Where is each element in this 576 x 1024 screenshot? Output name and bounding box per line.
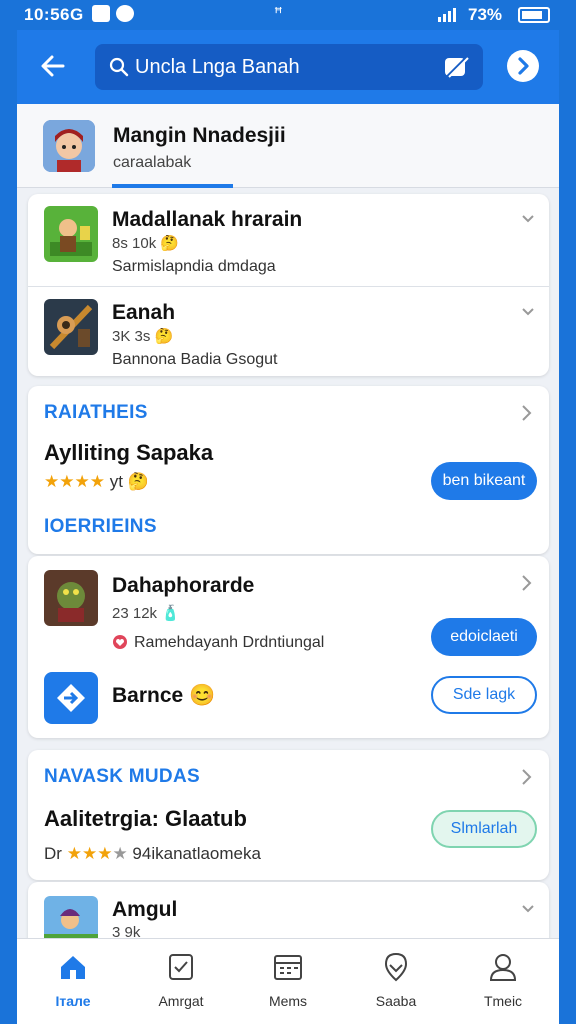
- notification-icon: [92, 5, 110, 22]
- status-center-icon: ꟸ: [274, 5, 283, 22]
- nav-item-home[interactable]: Італе: [28, 951, 118, 1009]
- nav-label: Італе: [55, 993, 91, 1009]
- list-item[interactable]: Eanah 3K 3s 🤔 Bannona Badia Gsogut: [28, 287, 549, 376]
- app-title: Barnce 😊: [112, 684, 216, 707]
- collection-action-button[interactable]: Slmlarlah: [431, 810, 537, 848]
- app-title: Amgul: [112, 898, 178, 921]
- collection-card: NAVASK MUDAS Aalitetrgia: Glaatub Dr ★★★…: [28, 750, 549, 880]
- app-list-card: Madallanak hrarain 8s 10k 🤔 Sarmislapndi…: [28, 194, 549, 376]
- chevron-right-icon[interactable]: [519, 404, 533, 422]
- active-tab-indicator: [112, 184, 233, 188]
- chevron-down-icon[interactable]: [521, 902, 535, 916]
- header-title: Mangin Nnadesjiі: [113, 124, 286, 147]
- search-icon: [109, 57, 129, 77]
- nav-item-calendar[interactable]: Mems: [243, 951, 333, 1009]
- star-icon: ★: [89, 472, 105, 491]
- nav-label: Saaba: [375, 993, 417, 1009]
- person-icon: [489, 954, 517, 981]
- star-icon: ★: [66, 844, 82, 863]
- rating-prefix: Dr: [44, 844, 62, 863]
- app-notification-icon: [116, 5, 134, 22]
- list-item[interactable]: Madallanak hrarain 8s 10k 🤔 Sarmislapndi…: [28, 194, 549, 286]
- calendar-icon: [274, 955, 302, 980]
- star-icon: ★: [59, 472, 75, 491]
- collection-title: Aalitetrgia: Glaatub: [44, 806, 247, 831]
- list-item[interactable]: Barnce 😊 Sde lagk: [28, 666, 549, 734]
- star-empty-icon: ★: [112, 844, 128, 863]
- forward-chevron-button[interactable]: [507, 50, 539, 82]
- heart-icon: [113, 635, 127, 649]
- star-rating: Dr ★★★★ 94ikanatlaomeka: [44, 844, 261, 864]
- nav-label: Amrgat: [158, 993, 204, 1009]
- section-label: RAIATHEIS: [44, 402, 148, 423]
- rating-text: 94ikanatlaomeka: [132, 844, 261, 863]
- app-description: Ramehdayanh Drdntiungal: [134, 634, 325, 651]
- bottom-navigation: Італе Amrgat Mems Saaba Tmeic: [17, 938, 559, 1024]
- back-arrow-icon[interactable]: [37, 50, 69, 82]
- app-meta: 23 12k 🧴: [112, 605, 180, 622]
- header-card[interactable]: Mangin Nnadesjiі caraalabak: [17, 104, 559, 188]
- location-icon: [384, 952, 408, 982]
- featured-title: Aylliting Sapaka: [44, 440, 214, 465]
- star-icon: ★: [74, 472, 90, 491]
- chevron-right-icon[interactable]: [519, 768, 533, 786]
- section-label: IOERRIEINS: [44, 516, 157, 537]
- app-icon: [44, 570, 98, 626]
- star-icon: ★: [97, 844, 113, 863]
- section-label: NAVASK MUDAS: [44, 766, 200, 787]
- app-title: Madallanak hrarain: [112, 208, 303, 231]
- battery-percent: 73%: [468, 5, 503, 24]
- app-description: Bannona Badia Gsogut: [112, 351, 278, 368]
- chevron-down-icon[interactable]: [521, 212, 535, 226]
- status-time: 10:56G: [24, 5, 84, 24]
- search-query: Unclа Lnga Banah: [135, 56, 300, 78]
- featured-action-button[interactable]: ben bikeant: [431, 462, 537, 500]
- header-avatar: [43, 120, 95, 172]
- app-icon: [44, 299, 98, 355]
- app-icon: [44, 672, 98, 724]
- app-frame: Unclа Lnga Banah Mangin Nnadesjiі caraal…: [17, 30, 559, 1024]
- nav-label: Mems: [268, 993, 308, 1009]
- app-meta: 3K 3s 🤔: [112, 328, 174, 345]
- featured-card: RAIATHEIS Aylliting Sapaka ★★★★ yt 🤔 ben…: [28, 386, 549, 554]
- mic-off-icon[interactable]: [441, 52, 471, 82]
- tablet-icon: [169, 954, 193, 980]
- search-input[interactable]: Unclа Lnga Banah: [95, 44, 483, 90]
- nav-item-profile[interactable]: Tmeic: [458, 951, 548, 1009]
- list-item[interactable]: Dahaphorarde 23 12k 🧴 Ramehdayanh Drdnti…: [28, 556, 549, 656]
- app-action-card: Dahaphorarde 23 12k 🧴 Ramehdayanh Drdnti…: [28, 556, 549, 738]
- star-icon: ★: [81, 844, 98, 863]
- star-icon: ★: [44, 472, 60, 491]
- chevron-down-icon[interactable]: [521, 305, 535, 319]
- app-description: Sarmislapndia dmdaga: [112, 258, 276, 275]
- nav-item-location[interactable]: Saaba: [351, 951, 441, 1009]
- status-bar: 10:56G ꟸ 73%: [0, 0, 576, 30]
- top-bar: Unclа Lnga Banah: [17, 30, 559, 104]
- home-icon: [61, 956, 85, 979]
- app-icon: [44, 206, 98, 262]
- signal-icon: [438, 8, 456, 22]
- star-rating: ★★★★ yt 🤔: [44, 472, 149, 492]
- header-subtitle: caraalabak: [113, 154, 192, 171]
- app-title: Dahaphorarde: [112, 574, 255, 597]
- app-meta: 8s 10k 🤔: [112, 235, 180, 252]
- chevron-right-icon[interactable]: [519, 574, 533, 592]
- nav-item-apps[interactable]: Amrgat: [136, 951, 226, 1009]
- rating-text: yt 🤔: [109, 472, 149, 491]
- nav-label: Tmeic: [483, 993, 523, 1009]
- battery-icon: [518, 7, 550, 23]
- app-title: Eanah: [112, 301, 176, 324]
- open-button[interactable]: Sde lagk: [431, 676, 537, 714]
- install-button[interactable]: edoiclaeti: [431, 618, 537, 656]
